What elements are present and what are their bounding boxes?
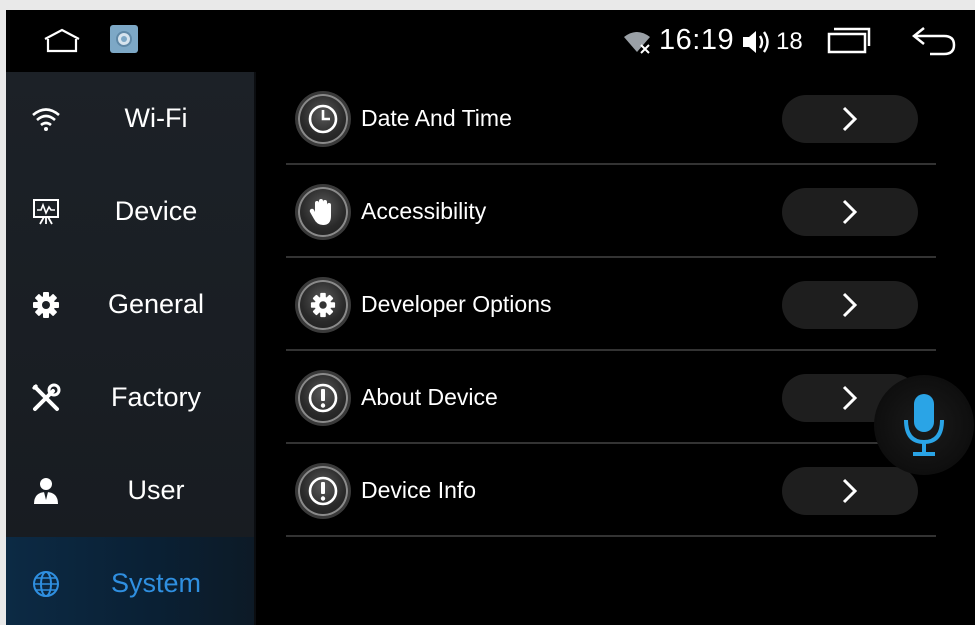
chevron-right-icon [842, 385, 858, 411]
list-item-label: Date And Time [361, 105, 512, 131]
sidebar: Wi-Fi Device General Factory User System [6, 72, 256, 625]
gear-icon [298, 280, 348, 330]
sidebar-item-label: Factory [110, 382, 202, 412]
sidebar-item-wifi[interactable]: Wi-Fi [6, 72, 256, 165]
user-icon [30, 475, 62, 507]
open-button[interactable] [782, 188, 918, 236]
sidebar-item-factory[interactable]: Factory [6, 351, 256, 444]
list-item-label: Device Info [361, 477, 477, 503]
sidebar-item-label: System [110, 568, 202, 598]
tools-icon [30, 382, 62, 414]
list-item-accessibility[interactable]: Accessibility [286, 165, 936, 258]
chevron-right-icon [842, 292, 858, 318]
sidebar-item-user[interactable]: User [6, 444, 256, 537]
sidebar-item-label: Wi-Fi [124, 103, 188, 133]
open-button[interactable] [782, 95, 918, 143]
recent-apps-icon[interactable] [826, 26, 872, 56]
sidebar-item-label: Device [114, 196, 198, 226]
sidebar-item-label: General [107, 289, 205, 319]
list-item-label: Accessibility [361, 198, 487, 224]
hand-icon [298, 187, 348, 237]
voice-assistant-button[interactable] [874, 375, 974, 475]
chevron-right-icon [842, 106, 858, 132]
volume-icon[interactable] [741, 28, 773, 56]
wifi-icon [30, 103, 62, 135]
list-item-device-info[interactable]: Device Info [286, 444, 936, 537]
info-icon [298, 466, 348, 516]
clock-time: 16:19 [659, 24, 735, 56]
home-icon[interactable] [42, 26, 82, 56]
status-bar: 16:19 18 [6, 10, 975, 72]
list-item-label: Developer Options [361, 291, 552, 317]
settings-list: Date And Time Accessibility Developer Op… [256, 72, 975, 625]
back-icon[interactable] [910, 24, 958, 58]
list-item-about-device[interactable]: About Device [286, 351, 936, 444]
sidebar-item-device[interactable]: Device [6, 165, 256, 258]
microphone-icon [904, 394, 944, 456]
volume-level: 18 [776, 28, 803, 55]
sidebar-item-general[interactable]: General [6, 258, 256, 351]
sidebar-item-system[interactable]: System [6, 537, 256, 625]
list-item-label: About Device [361, 384, 498, 410]
open-button[interactable] [782, 467, 918, 515]
chevron-right-icon [842, 199, 858, 225]
divider [286, 535, 936, 537]
list-item-developer-options[interactable]: Developer Options [286, 258, 936, 351]
globe-icon [30, 568, 62, 600]
info-icon [298, 373, 348, 423]
clock-icon [298, 94, 348, 144]
settings-app-icon[interactable] [109, 24, 139, 54]
list-item-date-and-time[interactable]: Date And Time [286, 72, 936, 165]
gear-icon [30, 289, 62, 321]
sidebar-item-label: User [127, 475, 185, 505]
open-button[interactable] [782, 281, 918, 329]
chevron-right-icon [842, 478, 858, 504]
screen: 16:19 18 Wi-Fi Device General Factory Us… [6, 10, 975, 625]
wifi-off-icon [622, 27, 652, 57]
monitor-chart-icon [30, 196, 62, 228]
